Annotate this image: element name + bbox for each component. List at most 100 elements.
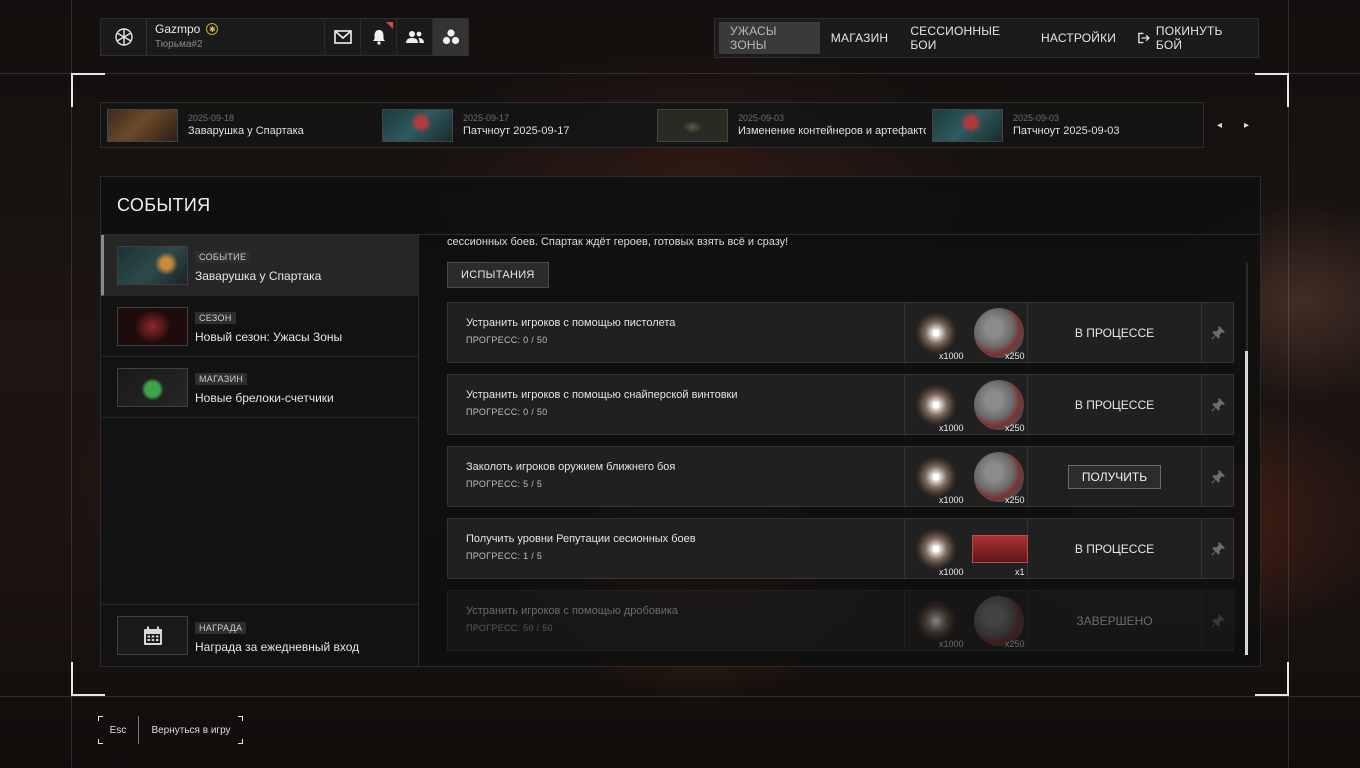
event-tag: СОБЫТИЕ xyxy=(195,251,251,263)
event-name: Новые брелоки-счетчики xyxy=(195,391,334,405)
event-content: сессионных боев. Спартак ждёт героев, го… xyxy=(447,235,1247,666)
frame-corner-bottom-right xyxy=(1255,662,1289,696)
challenge-rewards: x1000 x250 xyxy=(905,591,1028,650)
news-next-icon[interactable]: ▸ xyxy=(1244,120,1249,131)
friends-button[interactable] xyxy=(396,19,432,55)
pin-icon xyxy=(1210,397,1225,412)
sidebar-item-event[interactable]: СОБЫТИЕ Заварушка у Спартака xyxy=(101,235,418,296)
username[interactable]: Gazmpo xyxy=(155,22,200,36)
challenge-row: Заколоть игроков оружием ближнего боя ПР… xyxy=(447,446,1234,507)
news-carousel: 2025-09-18 Заварушка у Спартака 2025-09-… xyxy=(100,102,1204,148)
reward-slot[interactable]: x1000 xyxy=(910,523,964,577)
challenge-progress: ПРОГРЕСС: 5 / 5 xyxy=(466,479,543,489)
squad-icon xyxy=(442,29,459,45)
event-name: Заварушка у Спартака xyxy=(195,269,322,283)
esc-corner-tl xyxy=(98,716,103,721)
reward-slot[interactable]: x1000 xyxy=(910,307,964,361)
challenge-status-cell: ЗАВЕРШЕНО xyxy=(1028,591,1202,650)
challenge-rewards: x1000 x250 xyxy=(905,375,1028,434)
news-title: Патчноут 2025-09-03 xyxy=(1013,125,1120,137)
challenge-status-cell: ПОЛУЧИТЬ xyxy=(1028,447,1202,506)
pin-button[interactable] xyxy=(1202,519,1233,578)
pin-button[interactable] xyxy=(1202,591,1233,650)
user-group: Тюрьма#2 xyxy=(155,39,203,50)
leave-battle-button[interactable]: ПОКИНУТЬ БОЙ xyxy=(1127,22,1254,54)
challenge-row: Получить уровни Репутации сесионных боев… xyxy=(447,518,1234,579)
mail-icon xyxy=(333,30,352,44)
event-description: сессионных боев. Спартак ждёт героев, го… xyxy=(447,236,789,248)
leave-battle-label: ПОКИНУТЬ БОЙ xyxy=(1155,24,1223,52)
clan-logo-icon[interactable] xyxy=(101,19,147,55)
reward-quantity: x1000 xyxy=(938,350,964,361)
claim-button[interactable]: ПОЛУЧИТЬ xyxy=(1067,464,1162,489)
reward-quantity: x250 xyxy=(1004,350,1025,361)
scrollbar-thumb[interactable] xyxy=(1245,351,1248,655)
challenge-rewards: x1000 x250 xyxy=(905,447,1028,506)
news-item[interactable]: 2025-09-17 Патчноут 2025-09-17 xyxy=(376,103,651,147)
esc-key-label: Esc xyxy=(98,716,139,744)
notification-indicator-icon xyxy=(386,22,393,29)
news-thumbnail xyxy=(107,108,178,142)
event-name: Новый сезон: Ужасы Зоны xyxy=(195,330,343,344)
news-title: Патчноут 2025-09-17 xyxy=(463,125,570,137)
sidebar-item-season[interactable]: СЕЗОН Новый сезон: Ужасы Зоны xyxy=(101,296,418,357)
challenge-title: Заколоть игроков оружием ближнего боя xyxy=(466,461,676,473)
reward-slot[interactable]: x1 xyxy=(971,523,1028,577)
pin-button[interactable] xyxy=(1202,447,1233,506)
reward-quantity: x250 xyxy=(1004,422,1025,433)
pin-button[interactable] xyxy=(1202,303,1233,362)
bell-icon xyxy=(372,30,385,45)
crate-reward-icon xyxy=(971,534,1028,563)
news-date: 2025-09-03 xyxy=(738,113,785,123)
reward-slot[interactable]: x1000 xyxy=(910,379,964,433)
news-title: Заварушка у Спартака xyxy=(188,125,304,137)
reward-slot[interactable]: x250 xyxy=(971,451,1025,505)
reward-slot[interactable]: x1000 xyxy=(910,451,964,505)
event-tag: МАГАЗИН xyxy=(195,373,248,385)
pin-button[interactable] xyxy=(1202,375,1233,434)
challenge-status: В ПРОЦЕССЕ xyxy=(1074,541,1155,556)
calendar-icon xyxy=(143,626,162,645)
reward-slot[interactable]: x250 xyxy=(971,595,1025,649)
tab-challenges[interactable]: ИСПЫТАНИЯ xyxy=(447,262,549,288)
squad-button[interactable] xyxy=(432,19,468,55)
news-title: Изменение контейнеров и артефакто... xyxy=(738,125,926,137)
nav-shop[interactable]: МАГАЗИН xyxy=(820,22,900,54)
reward-quantity: x1000 xyxy=(938,566,964,577)
coin-reward-icon xyxy=(915,456,956,497)
nav-zone-horrors[interactable]: УЖАСЫ ЗОНЫ xyxy=(719,22,820,54)
mail-button[interactable] xyxy=(324,19,360,55)
news-item[interactable]: 2025-09-18 Заварушка у Спартака xyxy=(101,103,376,147)
shop-thumbnail xyxy=(117,367,188,407)
esc-corner-br xyxy=(238,739,243,744)
reward-slot[interactable]: x1000 xyxy=(910,595,964,649)
coin-reward-icon xyxy=(915,528,956,569)
coin-reward-icon xyxy=(915,384,956,425)
nav-settings[interactable]: НАСТРОЙКИ xyxy=(1030,22,1127,54)
reward-slot[interactable]: x250 xyxy=(971,307,1025,361)
challenge-progress: ПРОГРЕСС: 0 / 50 xyxy=(466,407,548,417)
frame-corner-bottom-left xyxy=(71,662,105,696)
challenge-title: Устранить игроков с помощью дробовика xyxy=(466,605,679,617)
reward-slot[interactable]: x250 xyxy=(971,379,1025,433)
nav-session-battles[interactable]: СЕССИОННЫЕ БОИ xyxy=(899,22,1030,54)
reward-name: Награда за ежедневный вход xyxy=(195,639,360,654)
challenge-progress: ПРОГРЕСС: 0 / 50 xyxy=(466,335,548,345)
profile-bar: Gazmpo ✱ Тюрьма#2 xyxy=(100,18,469,56)
back-to-game-button[interactable]: Esc Вернуться в игру xyxy=(98,716,243,744)
news-item[interactable]: 2025-09-03 Изменение контейнеров и артеф… xyxy=(651,103,926,147)
back-to-game-label: Вернуться в игру xyxy=(151,724,231,736)
news-item[interactable]: 2025-09-03 Патчноут 2025-09-03 xyxy=(926,103,1201,147)
pin-icon xyxy=(1210,469,1225,484)
challenge-status-cell: В ПРОЦЕССЕ xyxy=(1028,303,1202,362)
sidebar-item-shop[interactable]: МАГАЗИН Новые брелоки-счетчики xyxy=(101,357,418,418)
news-thumbnail xyxy=(657,108,728,142)
event-thumbnail xyxy=(117,245,188,285)
notifications-button[interactable] xyxy=(360,19,396,55)
news-prev-icon[interactable]: ◂ xyxy=(1217,120,1222,131)
page-title: СОБЫТИЯ xyxy=(101,177,1260,235)
challenge-status: В ПРОЦЕССЕ xyxy=(1074,397,1155,412)
season-thumbnail xyxy=(117,306,188,346)
sidebar-item-daily-reward[interactable]: НАГРАДА Награда за ежедневный вход xyxy=(101,604,419,666)
news-thumbnail xyxy=(382,108,453,142)
